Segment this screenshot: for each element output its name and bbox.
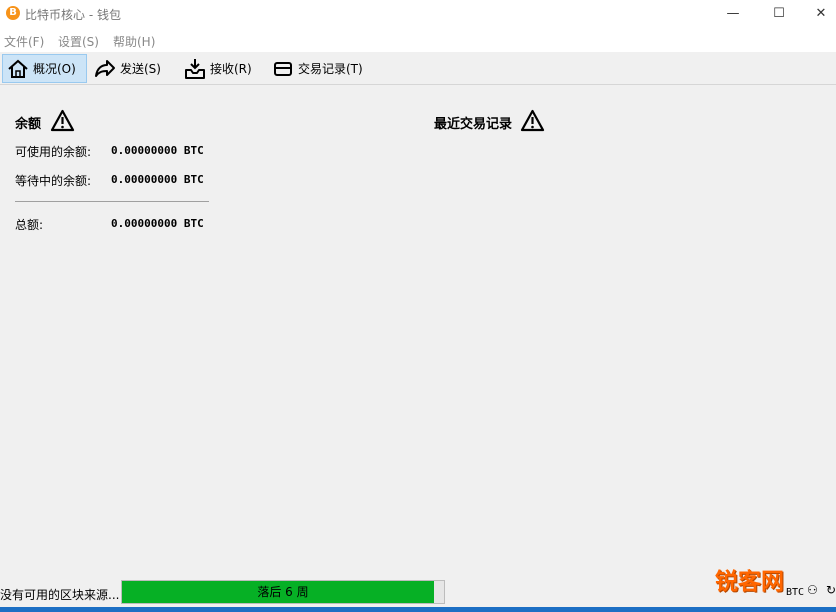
balance-title: 余额 [15,117,42,132]
maximize-button[interactable]: ☐ [756,0,802,28]
tab-receive[interactable]: 接收(R) [180,54,256,83]
tab-overview[interactable]: 概况(O) [2,54,87,83]
close-button[interactable]: ✕ [798,0,836,28]
toolbar: 概况(O) 发送(S) 接收(R) 交易记录(T) [0,52,836,85]
menu-file[interactable]: 文件(F) [4,33,44,50]
tab-transactions[interactable]: 交易记录(T) [268,54,367,83]
unit-label[interactable]: BTC [786,587,804,598]
send-arrow-icon [95,59,115,77]
taskbar-strip [0,607,836,612]
sync-status-text: 没有可用的区块来源... [0,588,120,602]
network-icon[interactable]: ⚇ [807,583,818,597]
tab-transactions-label: 交易记录(T) [298,62,363,76]
minimize-button[interactable]: — [710,0,756,28]
available-balance-label: 可使用的余额: [15,145,92,159]
tab-overview-label: 概况(O) [33,62,76,76]
available-balance-value: 0.00000000 BTC [111,144,204,157]
total-balance-label: 总额: [15,218,44,232]
warning-icon[interactable] [50,109,75,132]
tab-send[interactable]: 发送(S) [90,54,165,83]
title-bar: B 比特币核心 - 钱包 — ☐ ✕ [0,0,836,28]
menu-help[interactable]: 帮助(H) [113,33,155,50]
sync-progress-bar: 落后 6 周 [121,580,445,604]
receive-tray-icon [185,58,205,79]
warning-icon[interactable] [520,109,545,132]
tab-send-label: 发送(S) [120,62,161,76]
sync-icon[interactable]: ↻ [826,583,836,597]
menu-settings[interactable]: 设置(S) [58,33,99,50]
sync-progress-text: 落后 6 周 [257,585,309,599]
bitcoin-icon: B [6,6,20,20]
balance-divider [15,201,209,202]
home-icon [8,59,28,78]
card-icon [274,61,292,76]
tab-receive-label: 接收(R) [210,62,252,76]
window-title: 比特币核心 - 钱包 [25,8,121,22]
menu-bar: 文件(F) 设置(S) 帮助(H) [0,28,836,52]
watermark-logo: 锐客网 [715,568,784,595]
pending-balance-value: 0.00000000 BTC [111,173,204,186]
total-balance-value: 0.00000000 BTC [111,217,204,230]
recent-transactions-title: 最近交易记录 [434,117,513,132]
pending-balance-label: 等待中的余额: [15,174,92,188]
